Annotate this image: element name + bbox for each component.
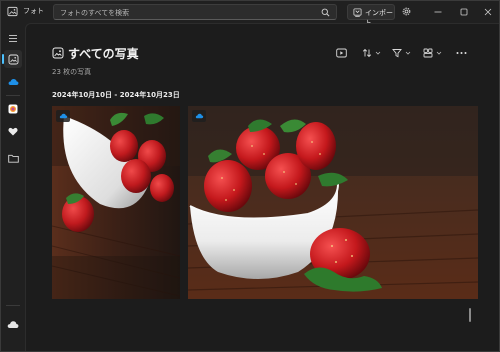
navigation-rail: [1, 23, 25, 351]
nav-item-gallery[interactable]: [4, 50, 22, 68]
more-options-button[interactable]: [456, 48, 467, 58]
close-icon: [484, 8, 492, 16]
more-options-icon: [456, 52, 467, 54]
chevron-down-icon: [436, 51, 442, 55]
import-icon: [353, 8, 362, 17]
photo-thumbnail[interactable]: [52, 106, 180, 299]
onedrive-cloud-icon: [59, 113, 67, 119]
title-bar: フォト フォトのすべてを検索 インポート: [1, 1, 499, 27]
folder-icon: [7, 154, 19, 163]
scrollbar-thumb[interactable]: [469, 308, 471, 322]
nav-item-iphone-photos[interactable]: [4, 100, 22, 118]
minimize-icon: [434, 11, 442, 13]
sort-button[interactable]: [362, 48, 381, 58]
app-title: フォト: [23, 7, 44, 15]
search-placeholder: フォトのすべてを検索: [60, 9, 130, 17]
search-input[interactable]: フォトのすべてを検索: [53, 4, 337, 20]
nav-menu-button[interactable]: [4, 29, 22, 47]
nav-item-folders[interactable]: [4, 149, 22, 167]
import-button[interactable]: インポート: [347, 4, 395, 27]
filter-button[interactable]: [392, 48, 411, 58]
nav-separator: [6, 305, 20, 306]
strawberries-photo: [52, 106, 180, 299]
heart-icon: [8, 127, 18, 135]
search-icon[interactable]: [321, 8, 330, 17]
gallery-icon: [52, 47, 64, 59]
view-icon: [423, 48, 433, 58]
date-group-header: 2024年10月10日 - 2024年10月23日: [52, 91, 180, 99]
onedrive-cloud-icon: [8, 79, 18, 85]
sort-icon: [362, 48, 372, 58]
view-options-button[interactable]: [423, 48, 442, 58]
photos-window: フォト フォトのすべてを検索 インポート: [0, 0, 500, 352]
main-content: すべての写真 23 枚の写真 2024年10月10日 - 2024年10月23日: [25, 23, 499, 351]
maximize-button[interactable]: [455, 4, 473, 20]
chevron-down-icon: [405, 51, 411, 55]
filter-icon: [392, 49, 402, 58]
nav-item-onedrive[interactable]: [4, 73, 22, 91]
strawberries-photo: [188, 106, 478, 299]
onedrive-cloud-icon: [195, 113, 203, 119]
nav-item-favorites[interactable]: [4, 122, 22, 140]
photo-thumbnail[interactable]: [188, 106, 478, 299]
hamburger-menu-icon: [9, 34, 17, 42]
slideshow-icon: [336, 48, 347, 58]
nav-separator: [6, 95, 20, 96]
close-button[interactable]: [479, 4, 497, 20]
maximize-icon: [460, 8, 468, 16]
photos-app-icon: [8, 104, 18, 114]
gear-icon[interactable]: [401, 6, 412, 17]
photos-app-icon: [7, 6, 18, 17]
gallery-icon: [8, 54, 18, 64]
onedrive-badge: [56, 110, 70, 122]
page-title: すべての写真: [68, 47, 139, 61]
slideshow-button[interactable]: [336, 48, 347, 58]
onedrive-badge: [192, 110, 206, 122]
nav-item-cloud-storage[interactable]: [4, 315, 22, 333]
minimize-button[interactable]: [429, 4, 447, 20]
photo-count: 23 枚の写真: [52, 68, 92, 76]
cloud-icon: [7, 320, 19, 328]
chevron-down-icon: [375, 51, 381, 55]
